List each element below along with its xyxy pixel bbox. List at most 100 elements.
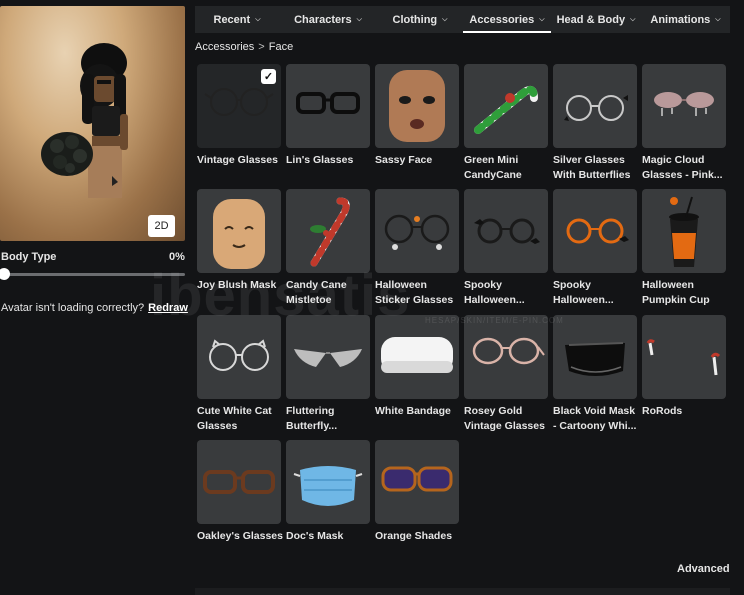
face-head-icon — [389, 70, 445, 142]
bandage-icon — [381, 337, 453, 373]
item-name: White Bandage — [375, 405, 451, 417]
item-name: Orange Shades — [375, 530, 453, 542]
item-name-line2: Glasses — [197, 420, 238, 432]
breadcrumb-parent[interactable]: Accessories — [195, 41, 254, 53]
item-name-line2: Pumpkin Cup — [642, 294, 710, 306]
chevron-down-icon: ⌵ — [715, 15, 721, 23]
item-name: Sassy Face — [375, 154, 433, 166]
item-name-line2: Halloween... — [553, 294, 614, 306]
body-type-slider-track[interactable] — [3, 273, 185, 276]
item-card[interactable]: Joy Blush Mask — [197, 189, 281, 293]
item-card[interactable]: Black Void Mask - Cartoony Whi... — [553, 315, 637, 434]
tab-accessories[interactable]: Accessories ⌵ — [463, 6, 551, 33]
loading-help: Avatar isn't loading correctly? Redraw — [1, 302, 188, 314]
item-name-line2: With Butterflies — [553, 169, 631, 181]
rorods-icon — [646, 339, 721, 376]
chevron-down-icon: ⌵ — [539, 15, 545, 23]
item-name-line1: Green Mini — [464, 154, 519, 166]
redraw-link[interactable]: Redraw — [148, 302, 188, 314]
item-name: Lin's Glasses — [286, 154, 354, 166]
item-card[interactable]: Green Mini CandyCane — [464, 64, 548, 183]
item-card[interactable]: Silver Glasses With Butterflies — [553, 64, 637, 183]
tab-clothing[interactable]: Clothing ⌵ — [377, 6, 463, 33]
black-glasses-icon — [296, 92, 360, 114]
item-name: Halloween Pumpkin Cup — [642, 278, 730, 308]
tab-label: Clothing — [392, 13, 438, 26]
item-name-line2: Butterfly... — [286, 420, 338, 432]
chevron-down-icon: ⌵ — [630, 15, 636, 23]
item-name: Joy Blush Mask — [197, 279, 277, 291]
cat-glasses-icon — [209, 339, 269, 371]
selected-checkmark-icon: ✓ — [261, 69, 276, 84]
tab-animations[interactable]: Animations ⌵ — [641, 6, 730, 33]
item-name: Spooky Halloween... — [464, 278, 552, 308]
blush-mask-icon — [213, 199, 265, 269]
item-card[interactable]: Candy Cane Mistletoe — [286, 189, 370, 308]
tab-label: Characters — [294, 13, 352, 26]
item-name-line1: Halloween — [642, 279, 694, 291]
item-card[interactable]: Spooky Halloween... — [553, 189, 637, 308]
item-name-line2: Halloween... — [464, 294, 525, 306]
item-name: Cute White Cat Glasses — [197, 404, 285, 434]
chevron-down-icon: ⌵ — [255, 15, 261, 23]
item-card[interactable]: Halloween Pumpkin Cup — [642, 189, 726, 308]
item-card[interactable]: Magic Cloud Glasses - Pink... — [642, 64, 726, 183]
avatar-preview[interactable]: 2D — [0, 6, 185, 241]
body-type-label: Body Type — [1, 251, 57, 263]
chevron-down-icon: ⌵ — [442, 15, 448, 23]
item-name-line1: Rosey Gold — [464, 405, 523, 417]
item-name-line1: Spooky — [464, 279, 502, 291]
item-name-line1: Spooky — [553, 279, 591, 291]
orange-shades-icon — [381, 466, 453, 492]
butterfly-glasses-icon — [294, 349, 362, 367]
item-name: Magic Cloud Glasses - Pink... — [642, 153, 730, 183]
item-card[interactable]: Cute White Cat Glasses — [197, 315, 281, 434]
item-name: Rosey Gold Vintage Glasses — [464, 404, 552, 434]
item-name-line2: Sticker Glasses — [375, 294, 454, 306]
body-type-slider-thumb[interactable] — [0, 268, 10, 280]
item-card[interactable]: Oakley's Glasses — [197, 440, 283, 544]
body-type-value: 0% — [169, 251, 185, 263]
view-2d-button[interactable]: 2D — [148, 215, 175, 237]
brown-glasses-icon — [203, 470, 275, 494]
item-card[interactable]: Sassy Face — [375, 64, 459, 168]
item-card[interactable]: White Bandage — [375, 315, 459, 419]
chevron-down-icon: ⌵ — [356, 15, 362, 23]
tab-label: Head & Body — [556, 13, 626, 26]
loading-message: Avatar isn't loading correctly? — [1, 302, 145, 314]
item-name: RoRods — [642, 405, 683, 417]
tab-label: Animations — [650, 13, 711, 26]
tab-recent[interactable]: Recent ⌵ — [195, 6, 279, 33]
item-name-line2: - Cartoony Whi... — [553, 420, 637, 432]
item-card[interactable]: Rosey Gold Vintage Glasses — [464, 315, 548, 434]
item-name: Green Mini CandyCane — [464, 153, 552, 183]
tab-head-body[interactable]: Head & Body ⌵ — [551, 6, 641, 33]
item-name: Silver Glasses With Butterflies — [553, 153, 641, 183]
rose-gold-glasses-icon — [472, 337, 545, 365]
item-card[interactable]: Spooky Halloween... — [464, 189, 548, 308]
item-name-line1: Candy Cane — [286, 279, 347, 291]
item-name-line1: Black Void Mask — [553, 405, 636, 417]
item-card[interactable]: Doc's Mask — [286, 440, 370, 544]
item-name-line2: CandyCane — [464, 169, 522, 181]
item-card[interactable]: Halloween Sticker Glasses — [375, 189, 459, 308]
item-name: Spooky Halloween... — [553, 278, 641, 308]
pumpkin-cup-icon — [669, 196, 699, 267]
item-card[interactable]: RoRods — [642, 315, 726, 419]
tab-characters[interactable]: Characters ⌵ — [279, 6, 377, 33]
item-card[interactable]: Lin's Glasses — [286, 64, 370, 168]
item-name-line2: Glasses - Pink... — [642, 169, 723, 181]
item-name: Doc's Mask — [286, 530, 344, 542]
item-card[interactable]: ✓ Vintage Glasses — [197, 64, 281, 168]
item-name-line2: Vintage Glasses — [464, 420, 545, 432]
item-name-line2: Mistletoe — [286, 294, 332, 306]
candy-cane-mistletoe-icon — [310, 197, 350, 267]
avatar-figure — [41, 43, 128, 198]
tab-label: Recent — [213, 13, 251, 26]
candy-cane-icon — [474, 85, 538, 134]
item-name: Fluttering Butterfly... — [286, 404, 374, 434]
advanced-button[interactable]: Advanced — [677, 563, 730, 575]
item-card[interactable]: Fluttering Butterfly... — [286, 315, 370, 434]
tab-label: Accessories — [469, 13, 535, 26]
item-card[interactable]: Orange Shades — [375, 440, 459, 544]
